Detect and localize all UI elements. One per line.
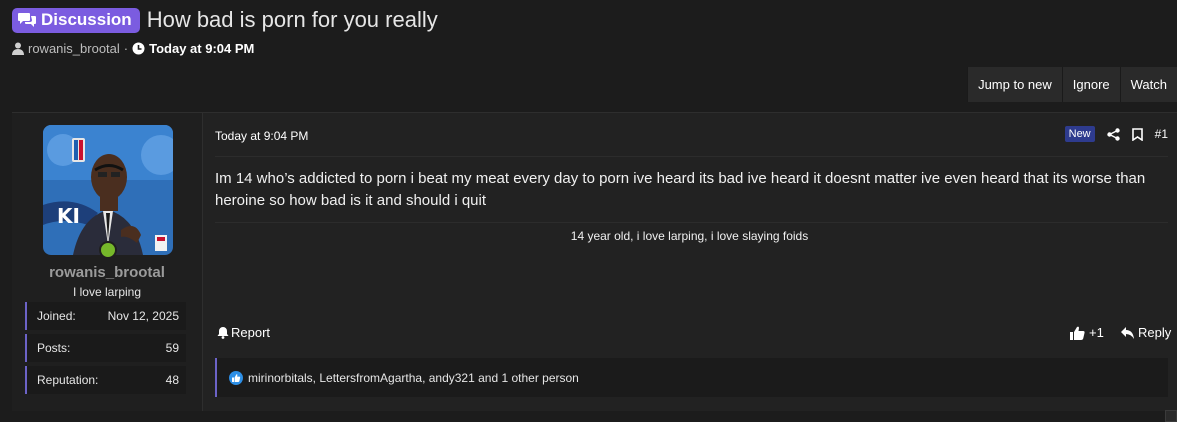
react-button[interactable]: +1 [1070, 325, 1104, 340]
thread-header: Discussion How bad is porn for you reall… [12, 6, 438, 56]
share-icon[interactable] [1106, 127, 1120, 141]
post-message: Im 14 who’s addicted to porn i beat my m… [215, 170, 1146, 209]
user-icon [12, 42, 24, 55]
bookmark-icon[interactable] [1131, 127, 1143, 141]
new-badge: New [1064, 126, 1095, 142]
stat-label: Reputation: [37, 373, 99, 387]
reply-icon [1121, 326, 1134, 339]
post-date[interactable]: Today at 9:04 PM [215, 129, 308, 143]
reactions-bar[interactable]: mirinorbitals, LettersfromAgartha, andy3… [215, 358, 1168, 397]
thread-title-row: Discussion How bad is porn for you reall… [12, 6, 438, 34]
post-signature: 14 year old, i love larping, i love slay… [570, 229, 809, 243]
report-button[interactable]: Report [217, 325, 270, 340]
thread-author-link[interactable]: rowanis_brootal [28, 41, 120, 56]
comments-icon [18, 12, 36, 27]
reply-label: Reply [1138, 325, 1172, 340]
react-count: +1 [1089, 325, 1104, 340]
divider [215, 156, 1168, 157]
post-number-link[interactable]: #1 [1155, 127, 1168, 141]
stat-posts: Posts: 59 [25, 334, 186, 362]
ignore-button[interactable]: Ignore [1061, 67, 1120, 102]
clock-icon [132, 42, 145, 55]
user-title: I love larping [72, 285, 142, 299]
avatar[interactable]: KI [43, 125, 173, 255]
stat-label: Posts: [37, 341, 71, 355]
meta-separator: · [123, 41, 129, 56]
post-user-column: KI rowanis_brootal I love larping Joined… [12, 113, 203, 411]
stat-joined: Joined: Nov 12, 2025 [25, 302, 186, 330]
thread-prefix-badge[interactable]: Discussion [12, 7, 140, 33]
thread-title: How bad is porn for you really [146, 7, 438, 32]
reply-button[interactable]: Reply [1121, 325, 1171, 340]
stat-value: Nov 12, 2025 [107, 309, 179, 323]
bell-icon [217, 326, 229, 339]
thread-prefix-label: Discussion [41, 9, 132, 29]
report-label: Report [231, 325, 271, 340]
reactions-list[interactable]: mirinorbitals, LettersfromAgartha, andy3… [248, 371, 579, 385]
post-username[interactable]: rowanis_brootal [12, 264, 202, 281]
stat-value[interactable]: 59 [166, 341, 179, 355]
stat-value: 48 [165, 373, 179, 387]
thread-timestamp[interactable]: Today at 9:04 PM [149, 41, 254, 56]
jump-to-new-button[interactable]: Jump to new [967, 67, 1062, 102]
stat-label: Joined: [37, 309, 76, 323]
post-main: Today at 9:04 PM New #1 Im 14 who’s addi… [202, 113, 1177, 411]
watch-button[interactable]: Watch [1119, 67, 1177, 102]
post-tools: New #1 [1064, 126, 1168, 142]
like-badge-icon [229, 370, 243, 385]
thumbs-up-icon [1070, 326, 1085, 340]
post: KI rowanis_brootal I love larping Joined… [12, 112, 1177, 411]
svg-text:KI: KI [57, 204, 80, 228]
thread-meta: rowanis_brootal · Today at 9:04 PM [12, 41, 438, 56]
thread-actions: Jump to new Ignore Watch [967, 67, 1177, 102]
signature-divider [215, 222, 1168, 223]
scroll-corner [1165, 410, 1177, 422]
online-status-indicator [99, 241, 117, 259]
stat-reputation: Reputation: 48 [25, 366, 186, 394]
